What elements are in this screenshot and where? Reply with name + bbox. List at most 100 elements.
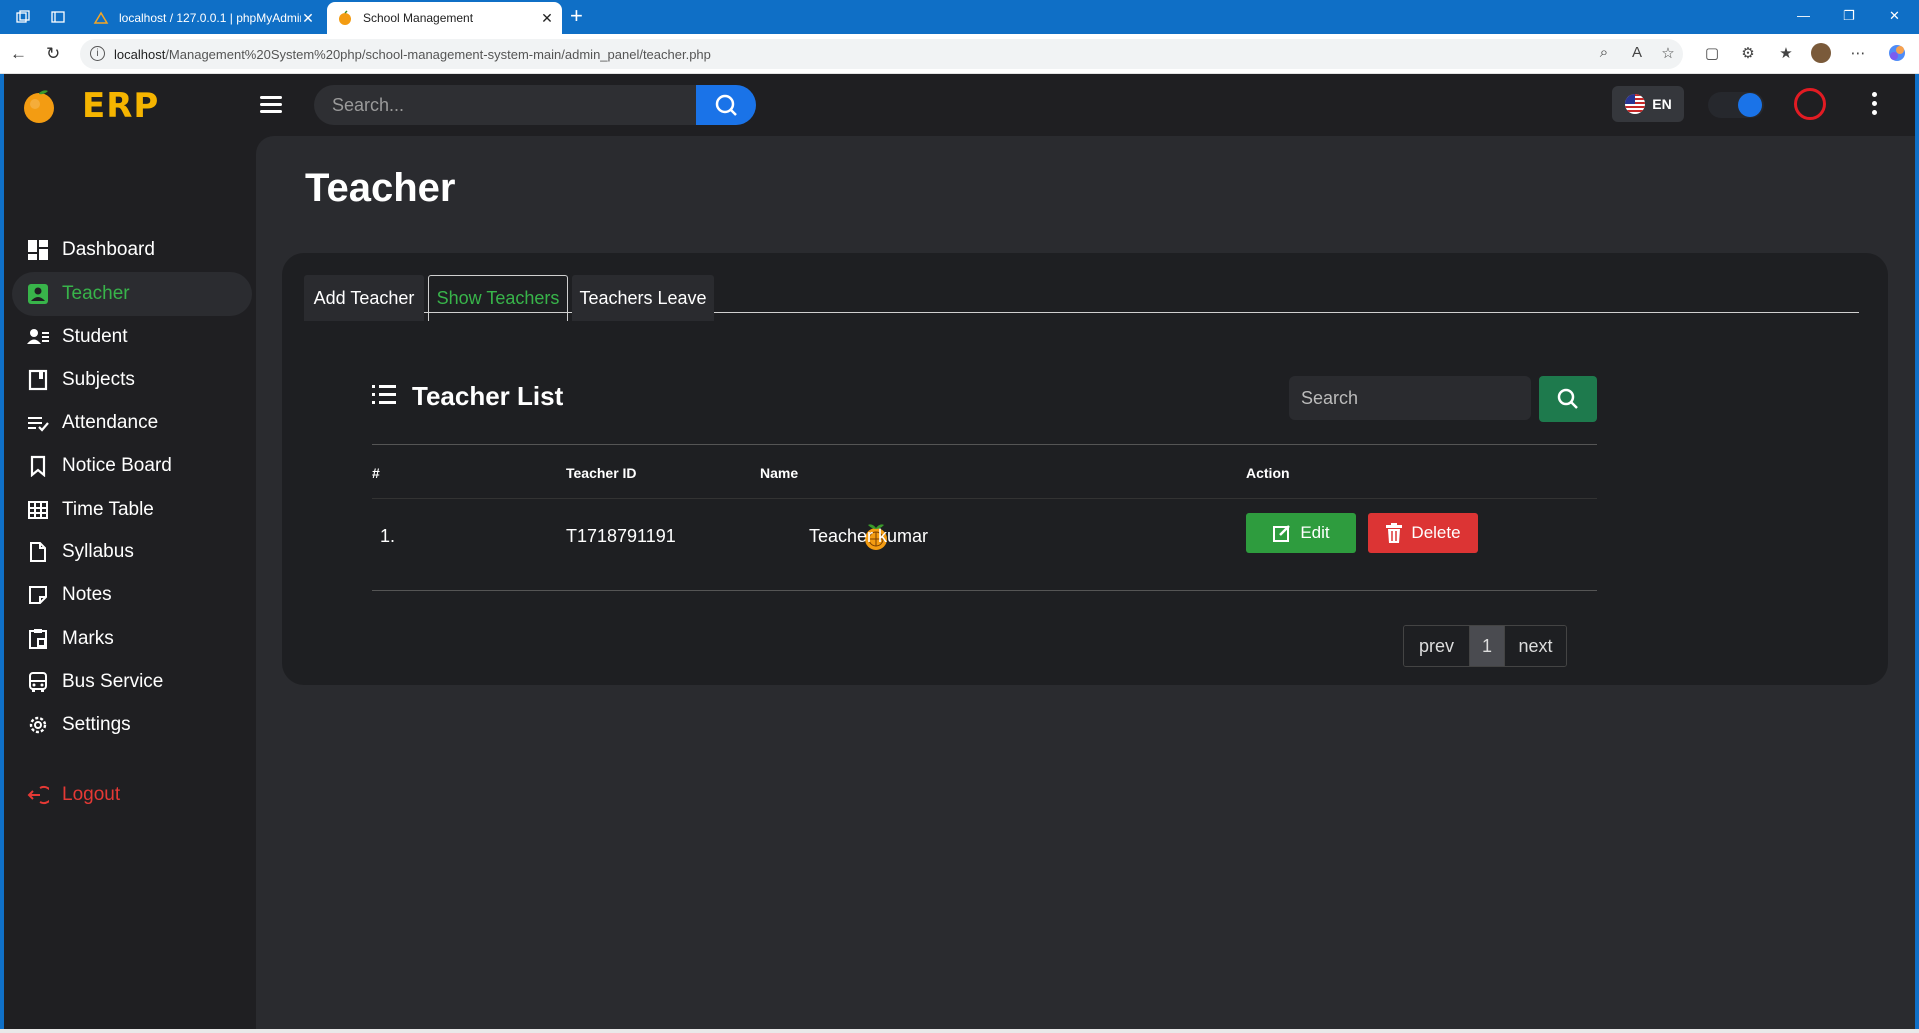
sidebar-item-subjects[interactable]: Subjects (12, 358, 252, 402)
trash-icon (1386, 523, 1403, 543)
attendance-icon (26, 411, 50, 435)
row-index: 1. (380, 526, 396, 546)
teacher-table: # Teacher ID Name Action 1. T1718791191 (372, 444, 1597, 591)
tab-teachers-leave[interactable]: Teachers Leave (572, 275, 714, 321)
table-row: 1. T1718791191 Teacher kumar Edit Delete (372, 499, 1597, 591)
split-screen-icon[interactable]: ▢ (1702, 44, 1722, 64)
tab-actions-icon[interactable] (50, 9, 66, 25)
minimize-icon[interactable]: — (1797, 8, 1810, 23)
edit-button[interactable]: Edit (1246, 513, 1356, 553)
header-search-input[interactable] (314, 85, 694, 125)
student-icon (26, 325, 50, 349)
pagination: prev 1 next (1403, 625, 1567, 667)
sidebar-item-notes[interactable]: Notes (12, 573, 252, 617)
browser-toolbar: ← ↻ i localhost/Management%20System%20ph… (0, 34, 1919, 74)
sidebar-item-label: Notes (62, 584, 112, 605)
close-window-icon[interactable]: ✕ (1889, 8, 1900, 24)
logout-icon (26, 783, 50, 807)
sidebar-item-attendance[interactable]: Attendance (12, 401, 252, 445)
list-icon (372, 384, 396, 409)
sidebar-item-student[interactable]: Student (12, 315, 252, 359)
edit-icon (1273, 525, 1291, 542)
header-search-button[interactable] (696, 85, 756, 125)
favorite-star-icon[interactable]: ☆ (1658, 44, 1678, 64)
sidebar-item-marks[interactable]: Marks (12, 617, 252, 661)
search-icon (1557, 388, 1578, 409)
browser-tab-school-management[interactable]: School Management ✕ (327, 2, 562, 34)
browser-tab-title: School Management (363, 11, 474, 25)
pagination-next[interactable]: next (1504, 626, 1566, 666)
app-logo-text: ERP (82, 86, 160, 126)
extensions-icon[interactable]: ⚙ (1738, 44, 1758, 64)
row-name: Teacher kumar (809, 526, 929, 546)
book-icon (26, 368, 50, 392)
tab-add-teacher[interactable]: Add Teacher (304, 275, 424, 321)
copilot-icon[interactable] (1887, 43, 1907, 63)
kebab-menu-icon[interactable] (1872, 92, 1878, 119)
site-info-icon[interactable]: i (90, 46, 105, 61)
sidebar-item-label: Syllabus (62, 541, 134, 562)
us-flag-icon (1625, 94, 1646, 114)
orange-favicon-icon (339, 10, 351, 25)
file-icon (26, 540, 50, 564)
url-path: /Management%20System%20php/school-manage… (165, 46, 711, 62)
teacher-tabs: Add Teacher Show Teachers Teachers Leave (304, 275, 1859, 321)
note-icon (26, 583, 50, 607)
more-menu-icon[interactable]: ⋯ (1848, 44, 1868, 64)
zoom-icon[interactable]: ⌕ (1594, 44, 1614, 64)
address-bar[interactable]: i localhost/Management%20System%20php/sc… (80, 39, 1683, 69)
sidebar-item-label: Student (62, 326, 128, 347)
orange-logo-icon (24, 90, 54, 123)
profile-avatar[interactable] (1811, 43, 1831, 63)
sidebar-item-settings[interactable]: Settings (12, 703, 252, 747)
page-title: Teacher (305, 166, 456, 210)
browser-tab-phpmyadmin[interactable]: localhost / 127.0.0.1 | phpMyAdmin ✕ (83, 2, 323, 34)
main-content: Teacher Add Teacher Show Teachers Teache… (256, 136, 1915, 1029)
delete-button[interactable]: Delete (1368, 513, 1478, 553)
teacher-search-input[interactable] (1289, 376, 1531, 420)
phpmyadmin-favicon-icon (93, 11, 109, 24)
sidebar-item-label: Dashboard (62, 239, 155, 260)
sidebar-item-label: Notice Board (62, 455, 172, 476)
column-header: Name (760, 465, 799, 481)
teacher-card: Add Teacher Show Teachers Teachers Leave… (282, 253, 1888, 685)
column-header: Teacher ID (566, 465, 637, 481)
toggle-knob (1738, 93, 1762, 117)
sidebar-item-dashboard[interactable]: Dashboard (12, 228, 252, 272)
sidebar-item-notice-board[interactable]: Notice Board (12, 444, 252, 488)
teacher-search-button[interactable] (1539, 376, 1597, 422)
language-selector[interactable]: EN (1612, 86, 1684, 122)
delete-label: Delete (1411, 523, 1461, 542)
workspaces-icon[interactable] (15, 9, 31, 25)
table-header: # Teacher ID Name Action (372, 444, 1597, 499)
tab-show-teachers[interactable]: Show Teachers (428, 275, 568, 321)
sidebar-item-label: Settings (62, 714, 131, 735)
new-tab-icon[interactable]: + (570, 5, 583, 27)
app-header: ERP EN (4, 74, 1915, 136)
sidebar: Dashboard Teacher Student Subjects Atten… (4, 136, 256, 1029)
sidebar-item-label: Bus Service (62, 671, 164, 692)
theme-toggle[interactable] (1708, 92, 1764, 118)
sidebar-item-syllabus[interactable]: Syllabus (12, 530, 252, 574)
sidebar-item-label: Subjects (62, 369, 135, 390)
table-icon (26, 498, 50, 522)
sidebar-item-time-table[interactable]: Time Table (12, 488, 252, 532)
favorites-icon[interactable]: ★ (1776, 44, 1796, 64)
read-aloud-icon[interactable]: A (1627, 44, 1647, 64)
sidebar-item-label: Teacher (62, 283, 130, 304)
pagination-prev[interactable]: prev (1404, 626, 1470, 666)
menu-toggle-icon[interactable] (260, 96, 282, 114)
sidebar-item-label: Attendance (62, 412, 159, 433)
sidebar-item-bus-service[interactable]: Bus Service (12, 660, 252, 704)
restore-icon[interactable]: ❐ (1843, 8, 1855, 24)
pagination-page[interactable]: 1 (1470, 626, 1504, 666)
close-tab-icon[interactable]: ✕ (301, 10, 315, 27)
power-icon[interactable] (1794, 88, 1826, 120)
search-icon (715, 94, 737, 116)
refresh-icon[interactable]: ↻ (46, 44, 60, 64)
sidebar-item-label: Time Table (62, 499, 154, 520)
sidebar-item-logout[interactable]: Logout (12, 773, 252, 817)
sidebar-item-teacher[interactable]: Teacher (12, 272, 252, 316)
close-tab-icon[interactable]: ✕ (540, 10, 554, 27)
back-icon[interactable]: ← (10, 44, 27, 64)
